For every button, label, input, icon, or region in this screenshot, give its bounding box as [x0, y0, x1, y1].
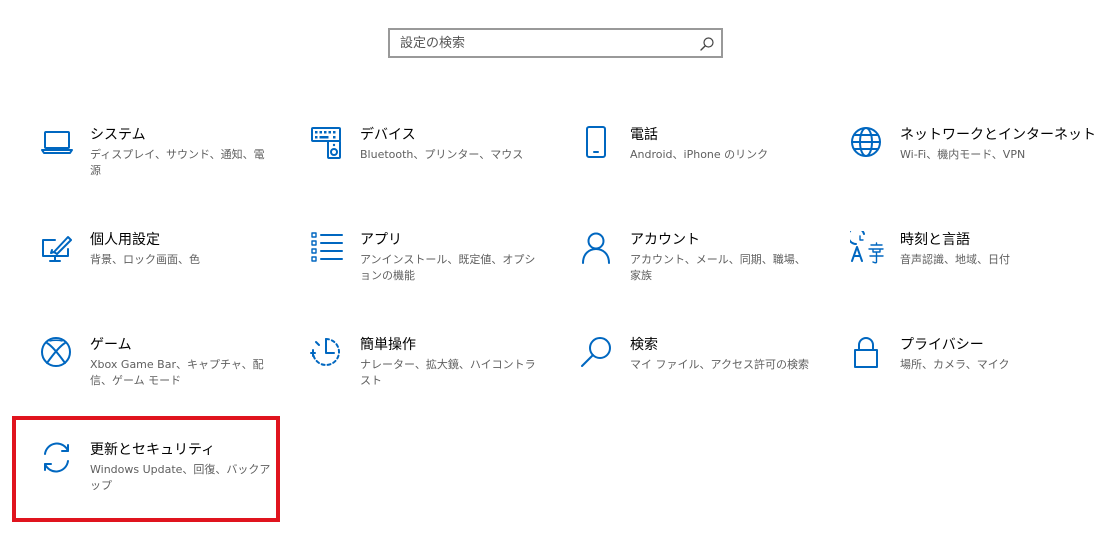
- tile-personalization[interactable]: 個人用設定 背景、ロック画面、色: [40, 231, 280, 311]
- tile-title: ネットワークとインターネット: [900, 127, 1096, 143]
- tile-description: 背景、ロック画面、色: [90, 253, 200, 266]
- time-language-icon: [850, 231, 884, 265]
- tile-title: 検索: [630, 337, 658, 353]
- app-list-icon: [310, 231, 344, 265]
- tile-description: ディスプレイ、サウンド、通知、電源: [90, 148, 265, 177]
- search-input[interactable]: [390, 30, 721, 56]
- tile-apps[interactable]: アプリ アンインストール、既定値、オプションの機能: [310, 231, 550, 311]
- globe-icon: [850, 126, 884, 160]
- tile-title: プライバシー: [900, 337, 984, 353]
- settings-search-box[interactable]: [388, 28, 723, 58]
- tile-description: アンインストール、既定値、オプションの機能: [360, 253, 536, 282]
- tile-description: 音声認識、地域、日付: [900, 253, 1010, 266]
- tile-title: 電話: [630, 127, 658, 143]
- search-icon[interactable]: [699, 36, 715, 52]
- tile-devices[interactable]: デバイス Bluetooth、プリンター、マウス: [310, 126, 550, 206]
- tile-privacy[interactable]: プライバシー 場所、カメラ、マイク: [850, 336, 1090, 416]
- tile-title: デバイス: [360, 127, 416, 143]
- xbox-icon: [40, 336, 74, 370]
- tile-title: システム: [90, 127, 146, 143]
- tile-time-language[interactable]: 時刻と言語 音声認識、地域、日付: [850, 231, 1090, 311]
- tile-description: Wi-Fi、機内モード、VPN: [900, 148, 1026, 161]
- tile-title: アカウント: [630, 232, 700, 248]
- lock-icon: [850, 336, 884, 370]
- tile-description: 場所、カメラ、マイク: [900, 358, 1010, 371]
- tile-title: アプリ: [360, 232, 402, 248]
- tile-title: 時刻と言語: [900, 232, 970, 248]
- ease-of-access-icon: [310, 336, 344, 370]
- tile-title: ゲーム: [90, 337, 132, 353]
- tile-ease-of-access[interactable]: 簡単操作 ナレーター、拡大鏡、ハイコントラスト: [310, 336, 550, 416]
- tile-phone[interactable]: 電話 Android、iPhone のリンク: [580, 126, 820, 206]
- tile-network[interactable]: ネットワークとインターネット Wi-Fi、機内モード、VPN: [850, 126, 1096, 206]
- tile-description: Bluetooth、プリンター、マウス: [360, 148, 524, 161]
- tile-title: 個人用設定: [90, 232, 160, 248]
- tile-description: マイ ファイル、アクセス許可の検索: [630, 358, 809, 371]
- tile-description: ナレーター、拡大鏡、ハイコントラスト: [360, 358, 536, 387]
- tile-description: Xbox Game Bar、キャプチャ、配信、ゲーム モード: [90, 358, 264, 387]
- phone-icon: [580, 126, 614, 160]
- laptop-icon: [40, 126, 74, 160]
- tile-description: Android、iPhone のリンク: [630, 148, 769, 161]
- paintbrush-monitor-icon: [40, 231, 74, 265]
- person-icon: [580, 231, 614, 265]
- tile-accounts[interactable]: アカウント アカウント、メール、同期、職場、家族: [580, 231, 820, 311]
- keyboard-speaker-icon: [310, 126, 344, 160]
- tile-gaming[interactable]: ゲーム Xbox Game Bar、キャプチャ、配信、ゲーム モード: [40, 336, 280, 416]
- tile-search[interactable]: 検索 マイ ファイル、アクセス許可の検索: [580, 336, 820, 416]
- highlight-frame: [12, 416, 280, 522]
- tile-description: アカウント、メール、同期、職場、家族: [630, 253, 806, 282]
- search-magnifier-icon: [580, 336, 614, 370]
- tile-system[interactable]: システム ディスプレイ、サウンド、通知、電源: [40, 126, 280, 206]
- tile-title: 簡単操作: [360, 337, 416, 353]
